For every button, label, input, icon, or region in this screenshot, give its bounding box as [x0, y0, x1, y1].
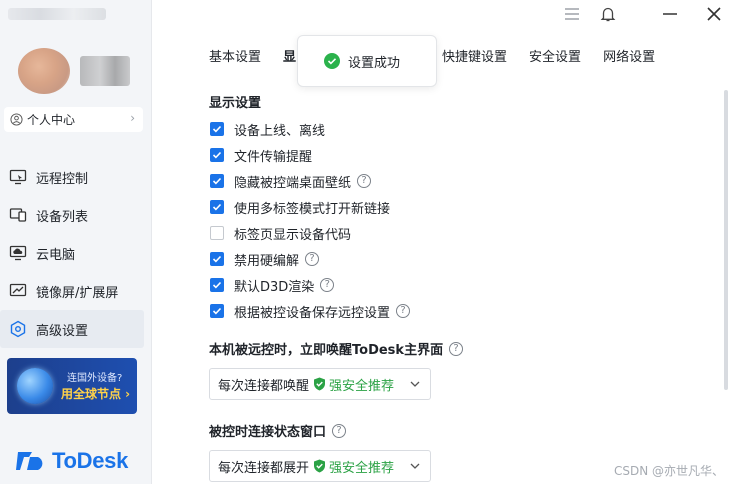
checkmark-icon [212, 307, 222, 315]
personal-center-button[interactable]: 个人中心 › [4, 107, 143, 132]
display-option-row[interactable]: 隐藏被控端桌面壁纸? [210, 168, 410, 194]
chevron-down-icon [410, 463, 420, 469]
wake-setting-title: 本机被远控时，立即唤醒ToDesk主界面 ? [209, 339, 464, 358]
display-option-row[interactable]: 默认D3D渲染? [210, 272, 410, 298]
option-label: 文件传输提醒 [234, 149, 313, 165]
chevron-down-icon [410, 381, 420, 387]
sidebar-item-mirror-screen[interactable]: 镜像屏/扩展屏 [0, 272, 152, 310]
device-list-icon [8, 205, 28, 225]
status-window-select[interactable]: 每次连接都展开 强安全推荐 [209, 450, 431, 482]
shield-check-icon [314, 459, 326, 473]
option-label: 隐藏被控端桌面壁纸 [234, 175, 352, 191]
sidebar-item-label: 镜像屏/扩展屏 [36, 285, 119, 301]
checkbox[interactable] [210, 174, 224, 188]
tab-security-settings[interactable]: 安全设置 [529, 46, 581, 65]
promo-line-1: 连国外设备? [67, 373, 123, 384]
advanced-settings-icon [8, 319, 28, 339]
option-label: 设备上线、离线 [234, 123, 326, 139]
sidebar-item-device-list[interactable]: 设备列表 [0, 196, 152, 234]
sidebar-item-label: 设备列表 [36, 209, 89, 225]
wake-mode-select[interactable]: 每次连接都唤醒 强安全推荐 [209, 368, 431, 400]
display-option-row[interactable]: 使用多标签模式打开新链接 [210, 194, 410, 220]
help-icon[interactable]: ? [396, 304, 411, 318]
help-icon[interactable]: ? [320, 278, 335, 292]
scrollbar[interactable] [724, 90, 728, 390]
todesk-logo: ToDesk [16, 448, 128, 474]
remote-control-icon [8, 167, 28, 187]
close-icon[interactable] [704, 4, 724, 24]
checkbox[interactable] [210, 122, 224, 136]
success-toast: 设置成功 [297, 35, 437, 87]
minimize-icon[interactable] [660, 4, 680, 24]
display-option-row[interactable]: 标签页显示设备代码 [210, 220, 410, 246]
display-options-list: 设备上线、离线 文件传输提醒隐藏被控端桌面壁纸? 使用多标签模式打开新链接 标签页显示… [210, 116, 411, 324]
blurred-app-title [8, 8, 106, 20]
tab-network-settings[interactable]: 网络设置 [603, 46, 655, 65]
option-label: 使用多标签模式打开新链接 [234, 201, 391, 217]
option-label: 禁用硬编解 [234, 253, 300, 269]
help-icon[interactable]: ? [332, 423, 347, 438]
display-option-row[interactable]: 禁用硬编解? [210, 246, 410, 272]
checkmark-icon [212, 255, 222, 263]
option-label: 标签页显示设备代码 [234, 227, 352, 243]
mirror-screen-icon [8, 281, 28, 301]
display-option-row[interactable]: 设备上线、离线 [210, 116, 410, 142]
checkmark-icon [212, 125, 222, 133]
help-icon[interactable]: ? [305, 252, 320, 266]
cloud-pc-icon [8, 243, 28, 263]
help-icon[interactable]: ? [357, 174, 372, 188]
checkmark-icon [212, 281, 222, 289]
option-label: 根据被控设备保存远控设置 [234, 305, 391, 321]
global-node-promo-banner[interactable]: 连国外设备? 用全球节点 › [7, 358, 137, 414]
chevron-right-icon: › [130, 111, 135, 125]
personal-center-label: 个人中心 [27, 113, 76, 127]
recommend-label: 强安全推荐 [329, 378, 395, 394]
sidebar-item-advanced-settings[interactable]: 高级设置 [0, 310, 144, 348]
tab-display-settings[interactable]: 显 [283, 46, 296, 65]
checkbox[interactable] [210, 278, 224, 292]
settings-tabs: 基本设置 显 快捷键设置 安全设置 网络设置 [209, 46, 677, 65]
shield-check-icon [314, 377, 326, 391]
promo-line-2: 用全球节点 › [61, 387, 131, 401]
option-label: 默认D3D渲染 [234, 279, 315, 295]
blurred-username [80, 56, 130, 86]
sidebar-item-label: 高级设置 [36, 323, 89, 339]
checkbox[interactable] [210, 200, 224, 214]
sidebar: 个人中心 › 远程控制 设备列表 云电脑 镜像屏/扩展屏 高级设置 连国外设备?… [0, 0, 152, 484]
sidebar-item-cloud-pc[interactable]: 云电脑 [0, 234, 152, 272]
menu-icon[interactable] [562, 4, 582, 24]
check-circle-icon [324, 53, 340, 69]
checkbox[interactable] [210, 304, 224, 318]
help-icon[interactable]: ? [449, 341, 464, 356]
checkbox[interactable] [210, 148, 224, 162]
sidebar-item-remote-control[interactable]: 远程控制 [0, 158, 152, 196]
status-window-value: 每次连接都展开 [218, 460, 310, 476]
watermark: CSDN @亦世凡华、 [614, 464, 725, 478]
avatar[interactable] [18, 48, 70, 94]
globe-icon [17, 368, 53, 404]
wake-mode-value: 每次连接都唤醒 [218, 378, 310, 394]
sidebar-item-label: 远程控制 [36, 171, 89, 187]
todesk-logo-icon [16, 452, 43, 470]
display-settings-title: 显示设置 [209, 96, 262, 111]
user-icon [10, 113, 23, 126]
checkmark-icon [212, 177, 222, 185]
bell-icon[interactable] [598, 4, 618, 24]
checkmark-icon [212, 151, 222, 159]
display-option-row[interactable]: 根据被控设备保存远控设置? [210, 298, 411, 324]
checkbox[interactable] [210, 252, 224, 266]
tab-shortcut-settings[interactable]: 快捷键设置 [442, 46, 507, 65]
display-option-row[interactable]: 文件传输提醒 [210, 142, 410, 168]
logo-text: ToDesk [52, 448, 129, 473]
sidebar-nav: 远程控制 设备列表 云电脑 镜像屏/扩展屏 高级设置 [0, 158, 152, 348]
toast-text: 设置成功 [348, 55, 401, 71]
sidebar-item-label: 云电脑 [36, 247, 76, 263]
checkmark-icon [212, 203, 222, 211]
status-window-title: 被控时连接状态窗口 ? [209, 421, 347, 440]
tab-basic-settings[interactable]: 基本设置 [209, 46, 261, 65]
recommend-label: 强安全推荐 [329, 460, 395, 476]
checkbox[interactable] [210, 226, 224, 240]
